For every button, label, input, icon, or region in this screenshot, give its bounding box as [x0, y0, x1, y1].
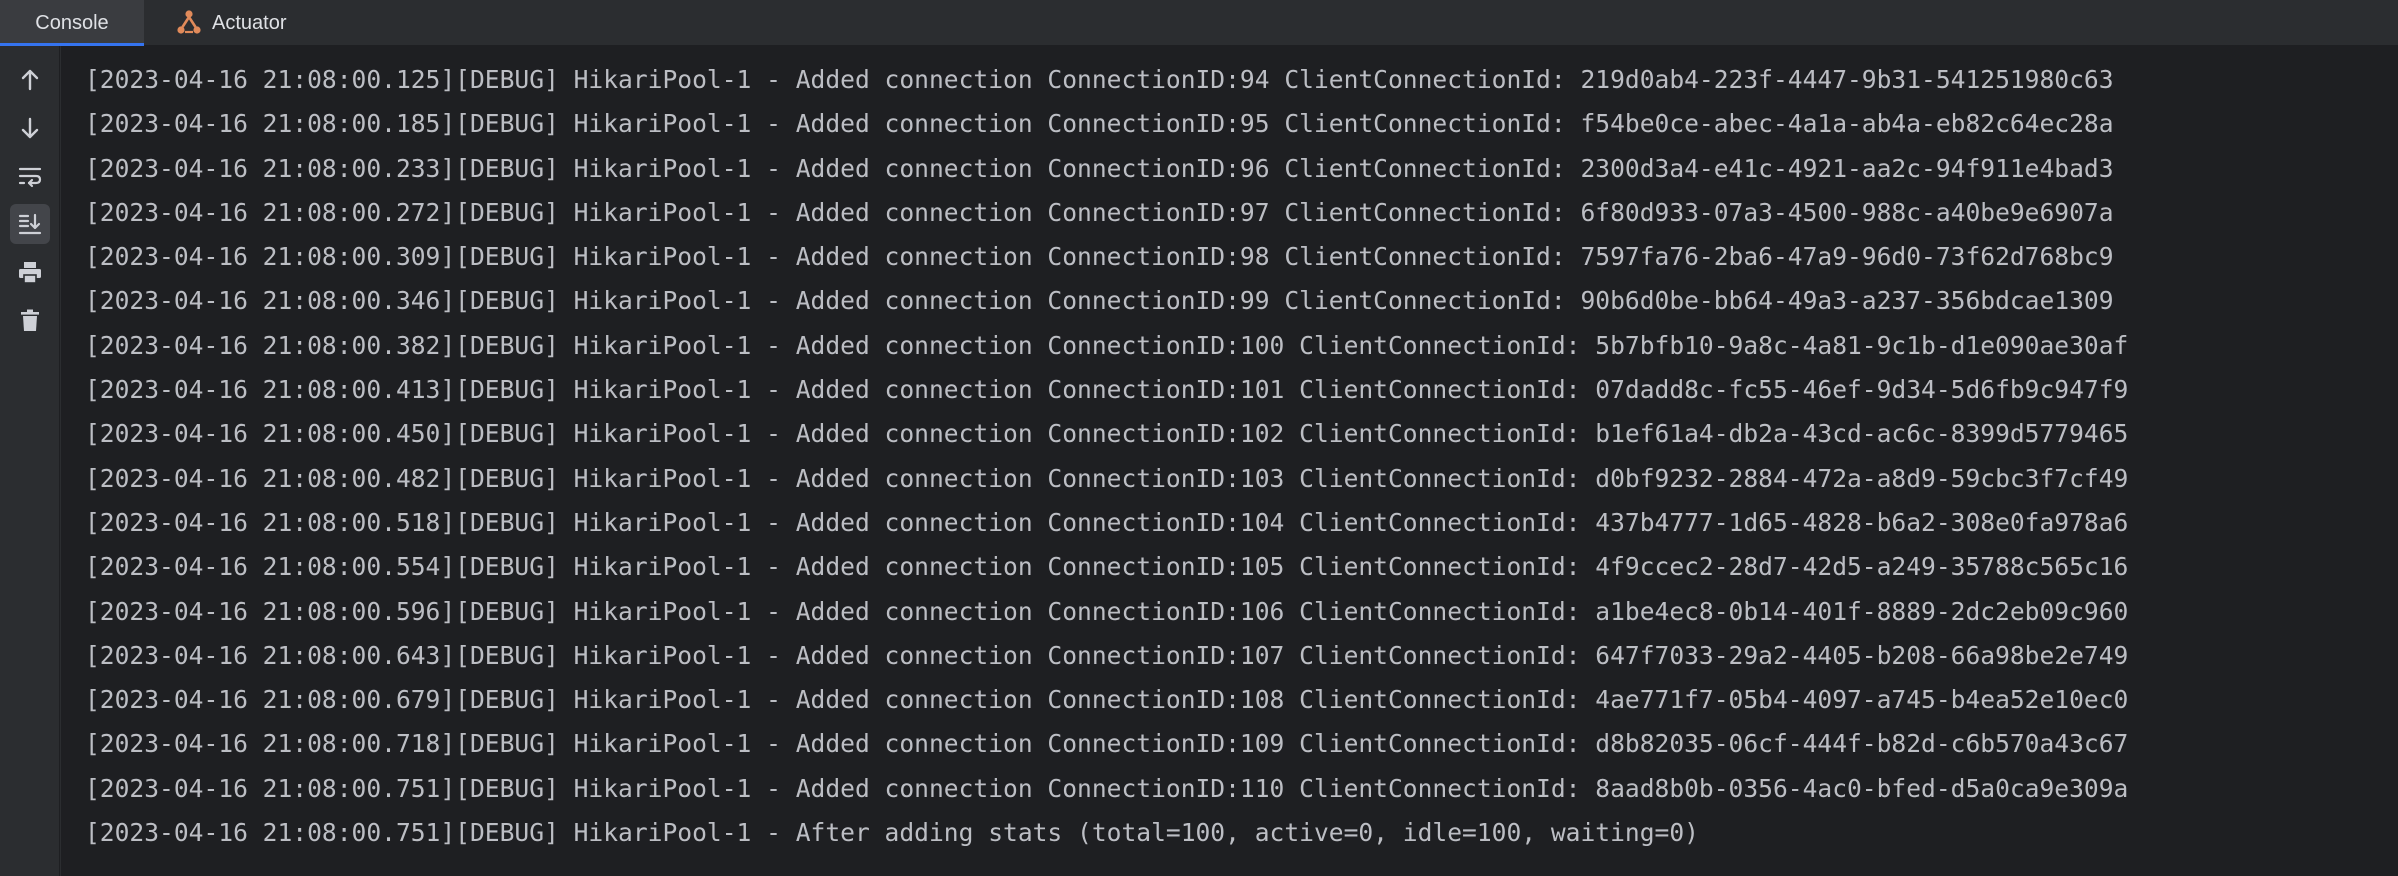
console-lines: [2023-04-16 21:08:00.125][DEBUG] HikariP…: [85, 58, 2128, 855]
clear-all-button[interactable]: [10, 300, 50, 340]
trash-icon: [21, 309, 39, 331]
scroll-up-button[interactable]: [10, 60, 50, 100]
console-line: [2023-04-16 21:08:00.125][DEBUG] HikariP…: [85, 65, 2114, 94]
console-line: [2023-04-16 21:08:00.679][DEBUG] HikariP…: [85, 685, 2129, 715]
console-line: [2023-04-16 21:08:00.482][DEBUG] HikariP…: [85, 463, 2129, 493]
scroll-down-button[interactable]: [10, 108, 50, 148]
console-toolbar: [0, 46, 60, 876]
console-line: [2023-04-16 21:08:00.643][DEBUG] HikariP…: [85, 640, 2129, 670]
soft-wrap-icon: [18, 167, 42, 188]
tool-window-tabbar: Console Actuator: [0, 0, 2398, 46]
console-line: [2023-04-16 21:08:00.309][DEBUG] HikariP…: [85, 242, 2114, 272]
print-icon: [19, 262, 41, 284]
console-line: [2023-04-16 21:08:00.413][DEBUG] HikariP…: [85, 375, 2129, 405]
arrow-down-icon: [21, 117, 39, 139]
soft-wrap-button[interactable]: [10, 156, 50, 196]
scroll-to-end-button[interactable]: [10, 204, 50, 244]
console-line: [2023-04-16 21:08:00.718][DEBUG] HikariP…: [85, 729, 2129, 759]
arrow-up-icon: [21, 69, 39, 91]
console-line: [2023-04-16 21:08:00.596][DEBUG] HikariP…: [85, 596, 2129, 626]
console-line: [2023-04-16 21:08:00.450][DEBUG] HikariP…: [85, 419, 2129, 449]
console-output[interactable]: [2023-04-16 21:08:00.125][DEBUG] HikariP…: [61, 46, 2398, 876]
print-button[interactable]: [10, 252, 50, 292]
console-line: [2023-04-16 21:08:00.272][DEBUG] HikariP…: [85, 197, 2114, 227]
tab-console-label: Console: [35, 11, 109, 34]
scroll-to-end-icon: [18, 213, 42, 235]
console-line: [2023-04-16 21:08:00.554][DEBUG] HikariP…: [85, 552, 2129, 582]
run-tool-window: Console Actuator [2023-04-16 21:08:00.12…: [0, 0, 2398, 876]
console-line: [2023-04-16 21:08:00.382][DEBUG] HikariP…: [85, 330, 2129, 360]
console-line: [2023-04-16 21:08:00.518][DEBUG] HikariP…: [85, 507, 2129, 537]
console-line: [2023-04-16 21:08:00.751][DEBUG] HikariP…: [85, 818, 1699, 848]
actuator-icon: [174, 8, 204, 38]
console-line: [2023-04-16 21:08:00.185][DEBUG] HikariP…: [85, 109, 2114, 139]
console-line: [2023-04-16 21:08:00.233][DEBUG] HikariP…: [85, 153, 2114, 183]
console-line: [2023-04-16 21:08:00.751][DEBUG] HikariP…: [85, 773, 2129, 803]
tab-actuator-label: Actuator: [212, 11, 287, 34]
console-line: [2023-04-16 21:08:00.346][DEBUG] HikariP…: [85, 286, 2114, 316]
tab-actuator[interactable]: Actuator: [162, 0, 298, 46]
tab-console[interactable]: Console: [0, 0, 144, 46]
